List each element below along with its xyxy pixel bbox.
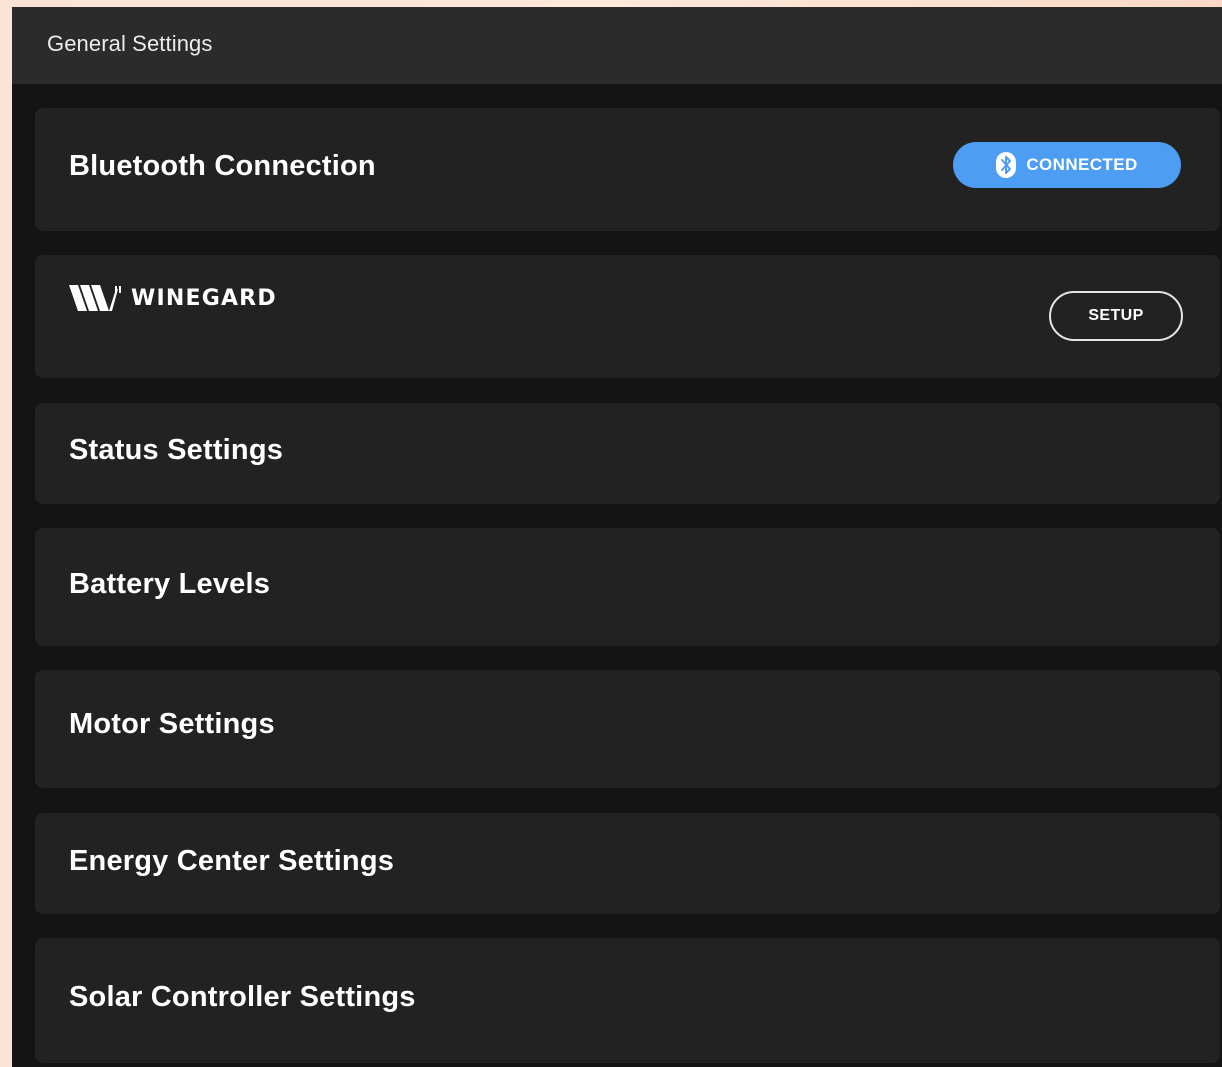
motor-settings-card[interactable]: Motor Settings <box>35 670 1220 788</box>
bluetooth-connected-button[interactable]: CONNECTED <box>953 142 1181 188</box>
winegard-logo-icon <box>69 285 123 311</box>
battery-levels-title: Battery Levels <box>69 568 271 600</box>
energy-center-settings-card[interactable]: Energy Center Settings <box>35 813 1220 914</box>
motor-settings-title: Motor Settings <box>69 708 275 740</box>
setup-button-label: SETUP <box>1088 307 1144 324</box>
connection-status-label: CONNECTED <box>1026 155 1138 174</box>
battery-levels-card[interactable]: Battery Levels <box>35 528 1220 646</box>
winegard-wordmark: WINEGARD <box>131 285 277 311</box>
header-bar: General Settings <box>12 7 1222 84</box>
bluetooth-connection-card[interactable]: Bluetooth Connection CONNECTED <box>35 108 1220 231</box>
bluetooth-icon <box>996 152 1026 178</box>
solar-controller-settings-title: Solar Controller Settings <box>69 981 416 1013</box>
winegard-card[interactable]: WINEGARD SETUP <box>35 255 1220 378</box>
status-settings-title: Status Settings <box>69 434 284 466</box>
winegard-setup-button[interactable]: SETUP <box>1049 291 1183 341</box>
bluetooth-connection-title: Bluetooth Connection <box>69 150 376 182</box>
solar-controller-settings-card[interactable]: Solar Controller Settings <box>35 938 1220 1063</box>
page-title: General Settings <box>47 31 213 56</box>
status-settings-card[interactable]: Status Settings <box>35 403 1220 504</box>
energy-center-settings-title: Energy Center Settings <box>69 845 395 877</box>
app-window: General Settings Bluetooth Connection CO… <box>12 7 1222 1067</box>
winegard-logo: WINEGARD <box>69 285 277 311</box>
